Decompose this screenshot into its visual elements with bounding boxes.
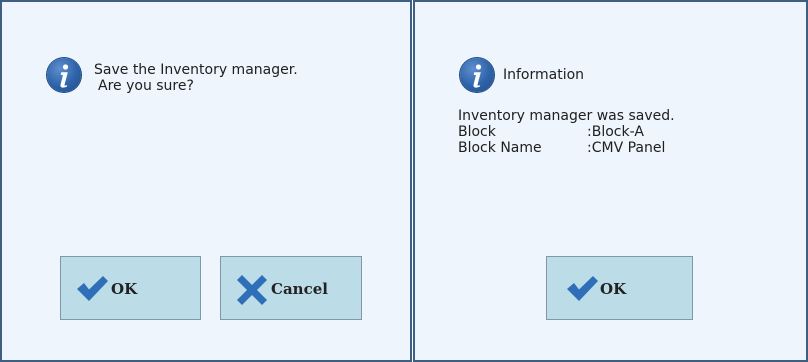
info-dialog-title: Information bbox=[503, 67, 585, 83]
cancel-button-label: Cancel bbox=[271, 280, 328, 298]
info-dialog: Information Inventory manager was saved.… bbox=[413, 0, 808, 362]
detail-label-block: Block bbox=[458, 124, 496, 140]
cancel-button[interactable]: Cancel bbox=[220, 256, 362, 320]
confirm-message-line-1: Save the Inventory manager. bbox=[94, 62, 298, 78]
ok-button-label: OK bbox=[111, 280, 138, 298]
detail-value-block-name: :CMV Panel bbox=[587, 140, 666, 156]
check-icon bbox=[77, 276, 108, 301]
confirm-dialog: Save the Inventory manager. Are you sure… bbox=[0, 0, 412, 362]
detail-value-block: :Block-A bbox=[587, 124, 644, 140]
info-icon bbox=[460, 58, 494, 92]
check-icon bbox=[567, 276, 598, 301]
ok-button[interactable]: OK bbox=[546, 256, 693, 320]
ok-button-label: OK bbox=[600, 280, 627, 298]
confirm-message-line-2: Are you sure? bbox=[98, 78, 194, 94]
close-icon bbox=[237, 275, 267, 305]
detail-label-block-name: Block Name bbox=[458, 140, 542, 156]
info-icon bbox=[47, 58, 81, 92]
info-message: Inventory manager was saved. bbox=[458, 108, 675, 124]
ok-button[interactable]: OK bbox=[60, 256, 201, 320]
